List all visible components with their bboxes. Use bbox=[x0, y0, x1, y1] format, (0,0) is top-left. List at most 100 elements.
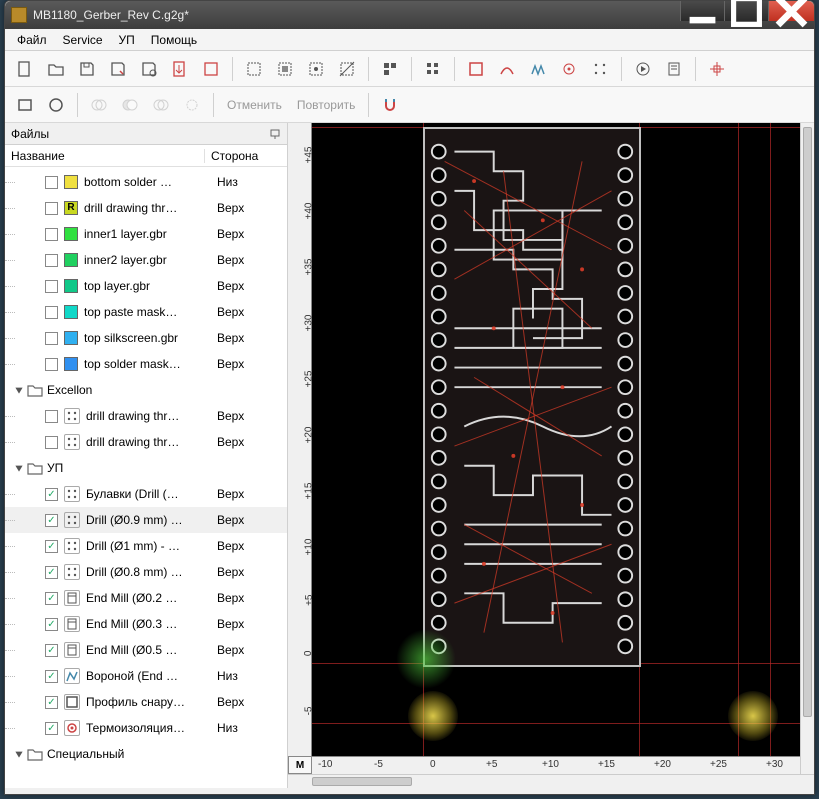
expander-icon[interactable] bbox=[13, 748, 25, 760]
circle-tool[interactable] bbox=[42, 91, 70, 119]
file-tree[interactable]: bottom solder …НизRdrill drawing thr…Вер… bbox=[5, 167, 287, 788]
ruler-unit[interactable]: M bbox=[288, 756, 312, 774]
grid-button[interactable] bbox=[419, 55, 447, 83]
tree-item[interactable]: Drill (Ø0.9 mm) …Верх bbox=[5, 507, 287, 533]
visibility-checkbox[interactable] bbox=[45, 280, 58, 293]
visibility-checkbox[interactable] bbox=[45, 202, 58, 215]
tree-group[interactable]: Excellon bbox=[5, 377, 287, 403]
open-button[interactable] bbox=[42, 55, 70, 83]
tree-item[interactable]: Вороной (End …Низ bbox=[5, 663, 287, 689]
item-name: top paste mask… bbox=[84, 305, 213, 319]
target-button[interactable] bbox=[555, 55, 583, 83]
visibility-checkbox[interactable] bbox=[45, 176, 58, 189]
visibility-checkbox[interactable] bbox=[45, 254, 58, 267]
color-swatch[interactable] bbox=[64, 253, 78, 267]
tree-item[interactable]: End Mill (Ø0.2 …Верх bbox=[5, 585, 287, 611]
tree-item[interactable]: Drill (Ø1 mm) - …Верх bbox=[5, 533, 287, 559]
visibility-checkbox[interactable] bbox=[45, 566, 58, 579]
undo-button[interactable]: Отменить bbox=[221, 98, 288, 112]
redo-button[interactable]: Повторить bbox=[291, 98, 362, 112]
visibility-checkbox[interactable] bbox=[45, 436, 58, 449]
dots-button[interactable] bbox=[586, 55, 614, 83]
tree-item[interactable]: drill drawing thr…Верх bbox=[5, 429, 287, 455]
export-button[interactable] bbox=[135, 55, 163, 83]
visibility-checkbox[interactable] bbox=[45, 670, 58, 683]
tree-item[interactable]: top layer.gbrВерх bbox=[5, 273, 287, 299]
tree-item[interactable]: inner2 layer.gbrВерх bbox=[5, 247, 287, 273]
item-side: Низ bbox=[213, 669, 287, 683]
layer-type-icon bbox=[64, 590, 80, 606]
color-swatch[interactable] bbox=[64, 305, 78, 319]
close-button[interactable] bbox=[768, 1, 814, 21]
zigzag-button[interactable] bbox=[524, 55, 552, 83]
vertical-scrollbar[interactable] bbox=[800, 123, 814, 774]
visibility-checkbox[interactable] bbox=[45, 488, 58, 501]
saveas-button[interactable] bbox=[104, 55, 132, 83]
color-swatch[interactable]: R bbox=[64, 201, 78, 215]
tree-item[interactable]: End Mill (Ø0.3 …Верх bbox=[5, 611, 287, 637]
select-inside-button[interactable] bbox=[302, 55, 330, 83]
play-button[interactable] bbox=[629, 55, 657, 83]
path-button[interactable] bbox=[493, 55, 521, 83]
tree-group[interactable]: Специальный bbox=[5, 741, 287, 767]
tree-group[interactable]: УП bbox=[5, 455, 287, 481]
color-swatch[interactable] bbox=[64, 331, 78, 345]
tree-item[interactable]: Профиль снару…Верх bbox=[5, 689, 287, 715]
visibility-checkbox[interactable] bbox=[45, 618, 58, 631]
visibility-checkbox[interactable] bbox=[45, 644, 58, 657]
tree-item[interactable]: Термоизоляция…Низ bbox=[5, 715, 287, 741]
report-button[interactable] bbox=[660, 55, 688, 83]
tree-item[interactable]: Rdrill drawing thr…Верх bbox=[5, 195, 287, 221]
tree-item[interactable]: top solder mask…Верх bbox=[5, 351, 287, 377]
select-rect-button[interactable] bbox=[271, 55, 299, 83]
visibility-checkbox[interactable] bbox=[45, 696, 58, 709]
center-button[interactable] bbox=[703, 55, 731, 83]
visibility-checkbox[interactable] bbox=[45, 228, 58, 241]
visibility-checkbox[interactable] bbox=[45, 306, 58, 319]
expander-icon[interactable] bbox=[13, 462, 25, 474]
titlebar[interactable]: MB1180_Gerber_Rev C.g2g* bbox=[5, 1, 814, 29]
menu-file[interactable]: Файл bbox=[9, 31, 55, 49]
horizontal-scrollbar[interactable] bbox=[288, 774, 814, 788]
expander-icon[interactable] bbox=[13, 384, 25, 396]
menu-service[interactable]: Service bbox=[55, 31, 111, 49]
visibility-checkbox[interactable] bbox=[45, 332, 58, 345]
menu-cnc[interactable]: УП bbox=[111, 31, 143, 49]
files-panel-header: Файлы bbox=[5, 123, 287, 145]
tree-item[interactable]: inner1 layer.gbrВерх bbox=[5, 221, 287, 247]
tree-item[interactable]: bottom solder …Низ bbox=[5, 169, 287, 195]
import-button[interactable] bbox=[166, 55, 194, 83]
col-side[interactable]: Сторона bbox=[205, 149, 287, 163]
rect-tool[interactable] bbox=[11, 91, 39, 119]
tree-item[interactable]: Булавки (Drill (…Верх bbox=[5, 481, 287, 507]
visibility-checkbox[interactable] bbox=[45, 410, 58, 423]
col-name[interactable]: Название bbox=[5, 149, 205, 163]
select-touch-button[interactable] bbox=[333, 55, 361, 83]
color-swatch[interactable] bbox=[64, 279, 78, 293]
delete-button[interactable] bbox=[197, 55, 225, 83]
tree-item[interactable]: top silkscreen.gbrВерх bbox=[5, 325, 287, 351]
minimize-button[interactable] bbox=[680, 1, 724, 21]
visibility-checkbox[interactable] bbox=[45, 540, 58, 553]
tree-item[interactable]: top paste mask…Верх bbox=[5, 299, 287, 325]
pin-icon[interactable] bbox=[269, 128, 281, 140]
color-swatch[interactable] bbox=[64, 357, 78, 371]
tree-item[interactable]: End Mill (Ø0.5 …Верх bbox=[5, 637, 287, 663]
new-button[interactable] bbox=[11, 55, 39, 83]
magnet-button[interactable] bbox=[376, 91, 404, 119]
visibility-checkbox[interactable] bbox=[45, 722, 58, 735]
qr-button[interactable] bbox=[376, 55, 404, 83]
pcb-canvas[interactable]: +45+40+35+30+25+20+15+10+50-5 -10-50+5+1… bbox=[288, 123, 814, 788]
tree-item[interactable]: drill drawing thr…Верх bbox=[5, 403, 287, 429]
layer-red-button[interactable] bbox=[462, 55, 490, 83]
select-all-button[interactable] bbox=[240, 55, 268, 83]
visibility-checkbox[interactable] bbox=[45, 358, 58, 371]
color-swatch[interactable] bbox=[64, 175, 78, 189]
color-swatch[interactable] bbox=[64, 227, 78, 241]
maximize-button[interactable] bbox=[724, 1, 768, 21]
visibility-checkbox[interactable] bbox=[45, 592, 58, 605]
save-button[interactable] bbox=[73, 55, 101, 83]
tree-item[interactable]: Drill (Ø0.8 mm) …Верх bbox=[5, 559, 287, 585]
menu-help[interactable]: Помощь bbox=[143, 31, 205, 49]
visibility-checkbox[interactable] bbox=[45, 514, 58, 527]
